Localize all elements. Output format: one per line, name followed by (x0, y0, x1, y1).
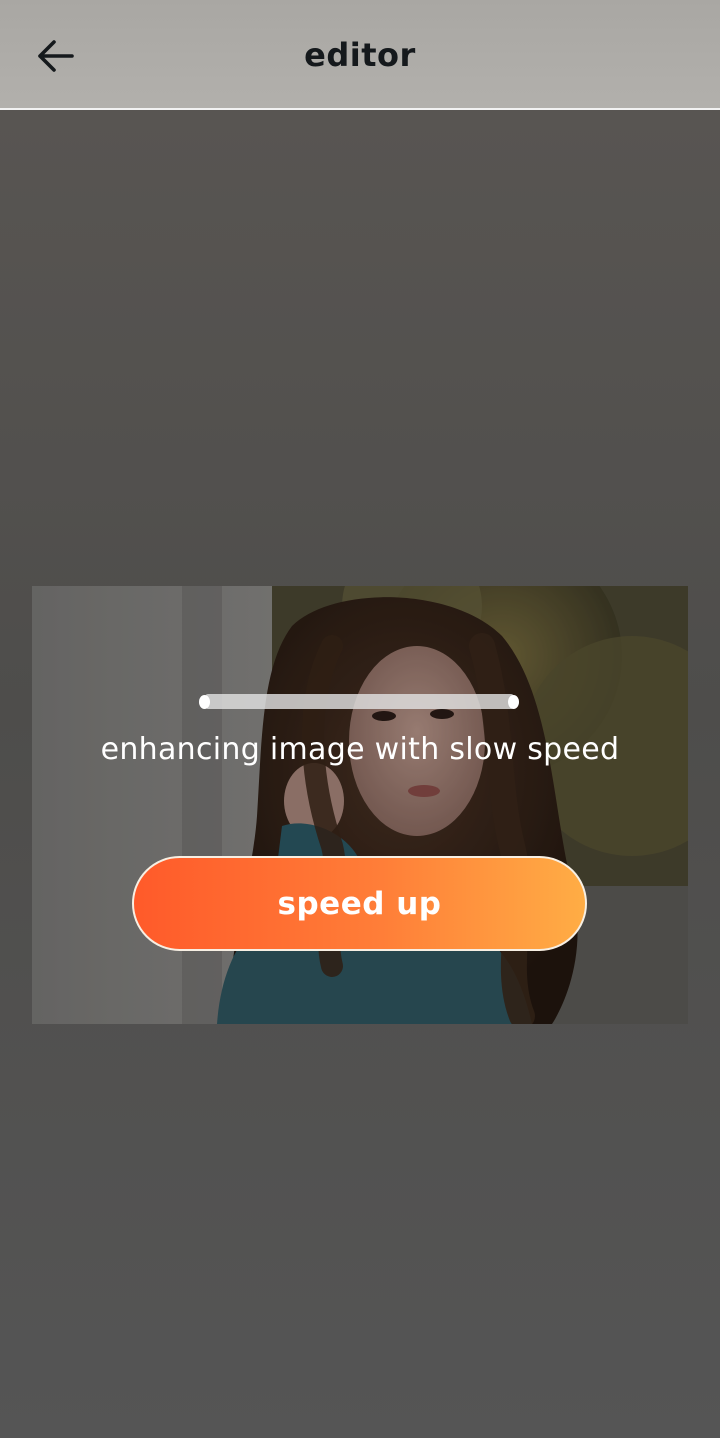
arrow-left-icon (38, 40, 74, 72)
photo-preview (32, 586, 688, 1024)
progress-start-knob (199, 695, 210, 709)
speed-up-button[interactable]: speed up (132, 856, 587, 951)
speed-up-label: speed up (277, 885, 442, 922)
progress-end-knob (508, 695, 519, 709)
page-title: editor (304, 36, 416, 74)
enhance-status-text: enhancing image with slow speed (100, 732, 620, 767)
enhance-progress-bar (205, 694, 514, 709)
top-bar: editor (0, 0, 720, 110)
back-button[interactable] (26, 27, 84, 85)
